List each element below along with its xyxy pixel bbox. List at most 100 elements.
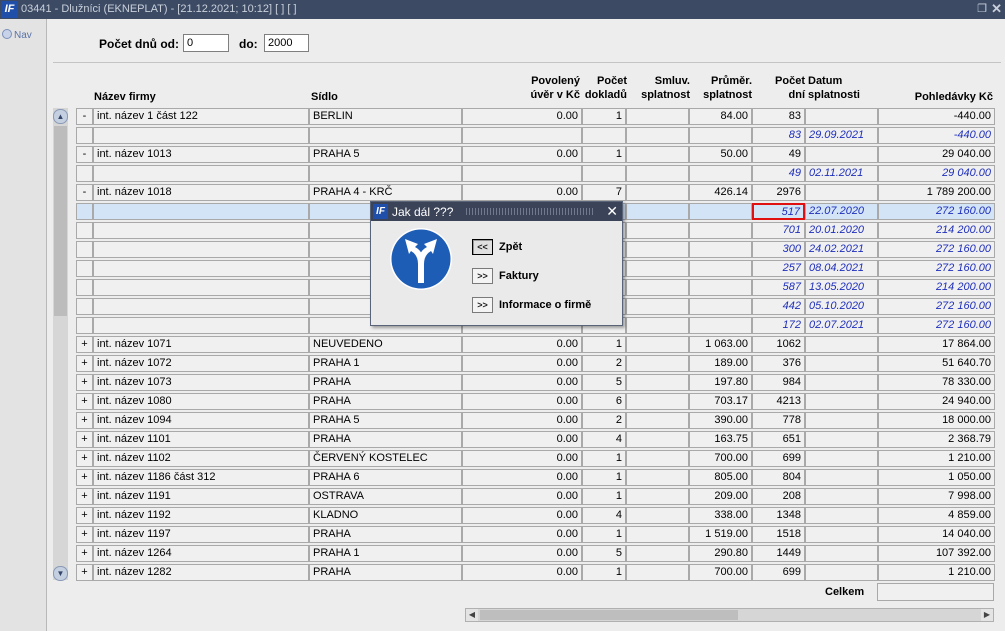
expand-toggle[interactable]: + [76,374,93,391]
table-row[interactable]: - int. název 1013 PRAHA 5 0.00 1 50.00 49 29 04… [76,146,995,164]
expand-toggle[interactable] [76,298,93,315]
col-header-docs[interactable]: Počet dokladů [582,74,627,102]
table-row[interactable]: + int. název 1101 PRAHA 0.00 4 163.75 651 2 368… [76,431,995,449]
table-detail-row[interactable]: 49 02.11.2021 29 040.00 [76,165,995,183]
cell-firm: int. název 1282 [93,564,309,581]
table-row[interactable]: + int. název 1072 PRAHA 1 0.00 2 189.00 376 51 … [76,355,995,373]
expand-toggle[interactable] [76,165,93,182]
table-row[interactable]: + int. název 1191 OSTRAVA 0.00 1 209.00 208 7 9… [76,488,995,506]
expand-toggle[interactable] [76,317,93,334]
cell-avg [689,222,752,239]
nav-item[interactable]: Nav [2,29,32,41]
cell-due [805,184,878,201]
cell-receivables: 272 160.00 [878,241,995,258]
scroll-right-icon[interactable]: ▶ [981,609,993,621]
invoices-label[interactable]: Faktury [499,270,539,282]
col-header-avg[interactable]: Průměr. splatnost [690,74,752,102]
expand-toggle[interactable] [76,127,93,144]
expand-toggle[interactable] [76,241,93,258]
table-row[interactable]: - int. název 1018 PRAHA 4 - KRČ 0.00 7 426.14… [76,184,995,202]
dialog-close-icon[interactable]: ✕ [606,203,618,220]
expand-toggle[interactable]: - [76,184,93,201]
expand-toggle[interactable]: + [76,488,93,505]
expand-toggle[interactable]: + [76,469,93,486]
expand-toggle[interactable]: + [76,545,93,562]
table-row[interactable]: + int. název 1073 PRAHA 0.00 5 197.80 984 78 33… [76,374,995,392]
col-header-firm[interactable]: Název firmy [94,90,156,104]
company-info-label[interactable]: Informace o firmě [499,299,591,311]
table-row[interactable]: + int. název 1197 PRAHA 0.00 1 1 519.00 1518 14… [76,526,995,544]
back-label[interactable]: Zpět [499,241,522,253]
table-row[interactable]: + int. název 1186 část 312 PRAHA 6 0.00 1 805… [76,469,995,487]
cell-agreed [626,203,689,220]
cell-receivables: 24 940.00 [878,393,995,410]
cell-days: 517 [752,203,805,220]
table-row[interactable]: - int. název 1 část 122 BERLIN 0.00 1 84.00 83… [76,108,995,126]
scroll-thumb[interactable] [54,126,67,316]
cell-credit: 0.00 [462,488,582,505]
hscroll-thumb[interactable] [480,610,738,620]
expand-toggle[interactable]: + [76,507,93,524]
col-header-agreed[interactable]: Smluv. splatnost [630,74,690,102]
table-row[interactable]: + int. název 1102 ČERVENÝ KOSTELEC 0.00 1 700… [76,450,995,468]
table-row[interactable]: + int. název 1264 PRAHA 1 0.00 5 290.80 1449 10… [76,545,995,563]
expand-toggle[interactable]: + [76,526,93,543]
restore-icon[interactable]: ❐ [977,2,987,15]
dialog-title-bar[interactable]: IF Jak dál ??? ✕ [371,202,622,221]
table-row[interactable]: + int. název 1094 PRAHA 5 0.00 2 390.00 778 18 … [76,412,995,430]
cell-avg: 1 063.00 [689,336,752,353]
days-to-input[interactable] [264,34,309,52]
col-header-seat[interactable]: Sídlo [311,90,338,104]
expand-toggle[interactable]: + [76,412,93,429]
table-detail-row[interactable]: 83 29.09.2021 -440.00 [76,127,995,145]
cell-receivables: 14 040.00 [878,526,995,543]
cell-firm: int. název 1102 [93,450,309,467]
drag-grip[interactable] [466,208,593,215]
horizontal-scrollbar[interactable]: ◀ ▶ [465,608,994,622]
close-icon[interactable]: ✕ [991,1,1002,17]
col-header-receivables[interactable]: Pohledávky Kč [880,90,993,104]
expand-toggle[interactable]: + [76,431,93,448]
expand-toggle[interactable] [76,279,93,296]
cell-receivables: 107 392.00 [878,545,995,562]
cell-docs: 2 [582,412,626,429]
expand-toggle[interactable]: + [76,393,93,410]
cell-agreed [626,488,689,505]
cell-docs: 1 [582,469,626,486]
company-info-button[interactable]: >> [472,297,493,313]
expand-toggle[interactable] [76,203,93,220]
expand-toggle[interactable]: - [76,108,93,125]
table-row[interactable]: + int. název 1080 PRAHA 0.00 6 703.17 4213 24 9… [76,393,995,411]
cell-firm [93,222,309,239]
cell-agreed [626,374,689,391]
cell-due [805,507,878,524]
col-header-days[interactable]: Počet dní [760,74,805,102]
expand-toggle[interactable]: + [76,450,93,467]
window-title: 03441 - Dlužníci (EKNEPLAT) - [21.12.202… [21,3,297,15]
cell-days: 2976 [752,184,805,201]
col-header-due[interactable]: Datum splatnosti [808,74,860,102]
table-row[interactable]: + int. název 1192 KLADNO 0.00 4 338.00 1348 4 8… [76,507,995,525]
table-row[interactable]: + int. název 1282 PRAHA 0.00 1 700.00 699 1 210… [76,564,995,582]
expand-toggle[interactable]: + [76,336,93,353]
expand-toggle[interactable] [76,260,93,277]
expand-toggle[interactable] [76,222,93,239]
cell-days: 172 [752,317,805,334]
back-button[interactable]: << [472,239,493,255]
cell-seat [309,127,462,144]
expand-toggle[interactable]: + [76,564,93,581]
col-header-credit[interactable]: Povolený úvěr v Kč [500,74,580,102]
days-from-input[interactable] [183,34,229,52]
scroll-left-icon[interactable]: ◀ [466,609,478,621]
expand-toggle[interactable]: - [76,146,93,163]
cell-firm: int. název 1080 [93,393,309,410]
table-row[interactable]: + int. název 1071 NEUVEDENO 0.00 1 1 063.00 10… [76,336,995,354]
expand-toggle[interactable]: + [76,355,93,372]
scroll-down-icon[interactable]: ▼ [53,566,68,581]
cell-agreed [626,279,689,296]
cell-avg: 426.14 [689,184,752,201]
cell-avg: 50.00 [689,146,752,163]
scroll-up-icon[interactable]: ▲ [53,109,68,124]
vertical-scrollbar[interactable]: ▲ ▼ [53,108,68,581]
invoices-button[interactable]: >> [472,268,493,284]
